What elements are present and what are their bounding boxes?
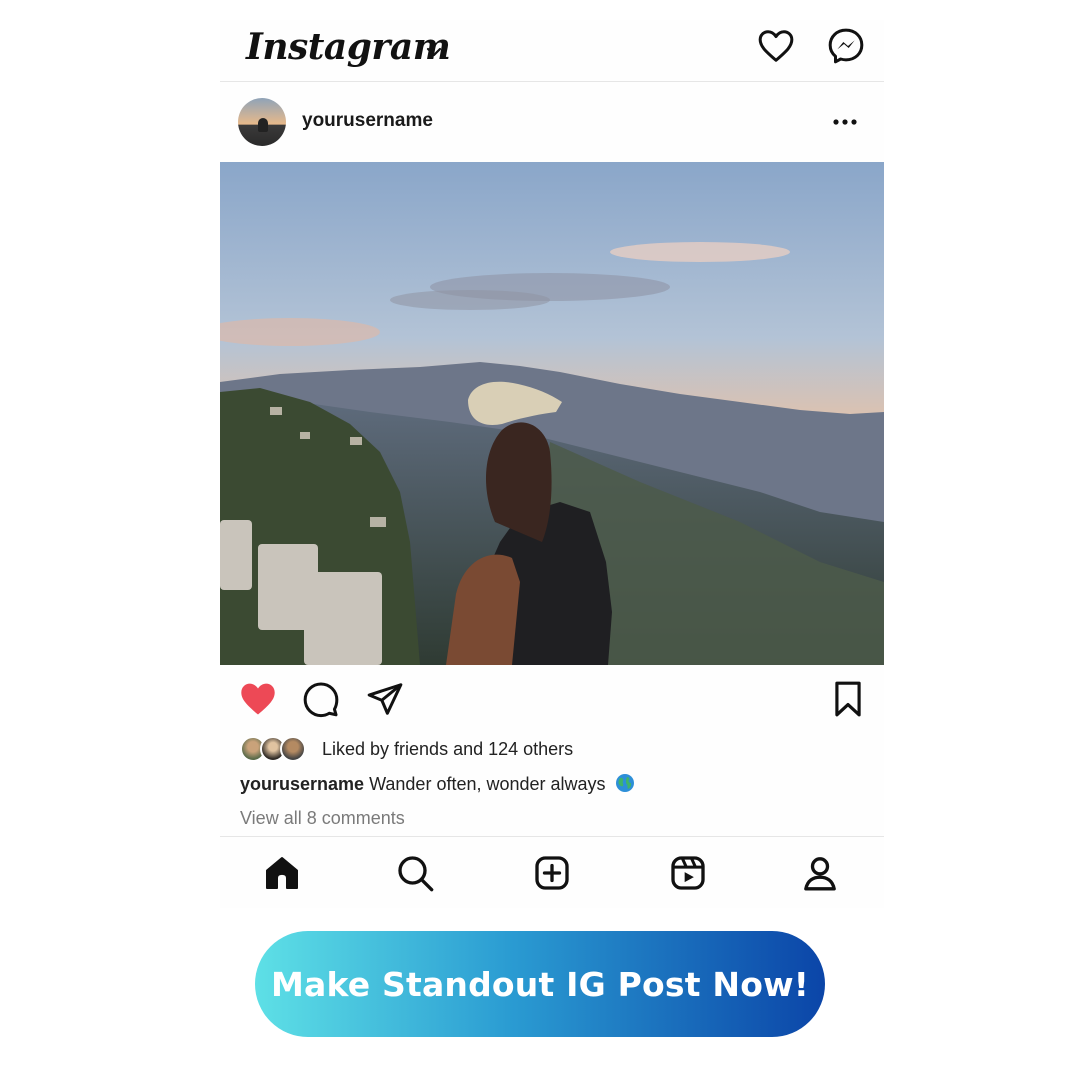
heart-icon[interactable] <box>757 28 795 64</box>
instagram-post-mockup: Instagram yourusername Liked by friends … <box>220 20 884 908</box>
likes-summary: Liked by friends and 124 others <box>240 735 880 763</box>
reels-icon[interactable] <box>668 853 708 893</box>
more-icon[interactable] <box>832 118 858 126</box>
post-username[interactable]: yourusername <box>302 110 433 132</box>
create-icon[interactable] <box>532 853 572 893</box>
friend-avatar <box>280 736 306 762</box>
cta-label: Make Standout IG Post Now! <box>270 964 810 1004</box>
heart-filled-icon[interactable] <box>238 681 278 717</box>
comment-icon[interactable] <box>302 680 340 718</box>
likes-text[interactable]: Liked by friends and 124 others <box>322 739 573 760</box>
home-icon[interactable] <box>262 853 302 893</box>
globe-emoji-icon <box>615 774 634 792</box>
post-caption: yourusername Wander often, wonder always <box>240 773 635 795</box>
profile-icon[interactable] <box>800 853 840 893</box>
avatar[interactable] <box>238 98 286 146</box>
share-icon[interactable] <box>366 680 404 718</box>
cta-button[interactable]: Make Standout IG Post Now! <box>255 931 825 1037</box>
view-comments-link[interactable]: View all 8 comments <box>240 808 405 829</box>
bottom-nav <box>220 836 884 908</box>
bookmark-icon[interactable] <box>832 680 864 718</box>
search-icon[interactable] <box>395 853 435 893</box>
instagram-logo[interactable]: Instagram <box>246 26 451 68</box>
post-header: yourusername <box>220 92 884 154</box>
post-photo[interactable] <box>220 162 884 665</box>
post-actions <box>220 675 884 725</box>
chevron-down-icon[interactable] <box>424 42 444 62</box>
mountain-sunset-photo <box>220 162 884 665</box>
top-bar: Instagram <box>220 20 884 82</box>
caption-text: Wander often, wonder always <box>369 774 606 794</box>
messenger-icon[interactable] <box>826 26 866 66</box>
caption-username[interactable]: yourusername <box>240 774 364 794</box>
